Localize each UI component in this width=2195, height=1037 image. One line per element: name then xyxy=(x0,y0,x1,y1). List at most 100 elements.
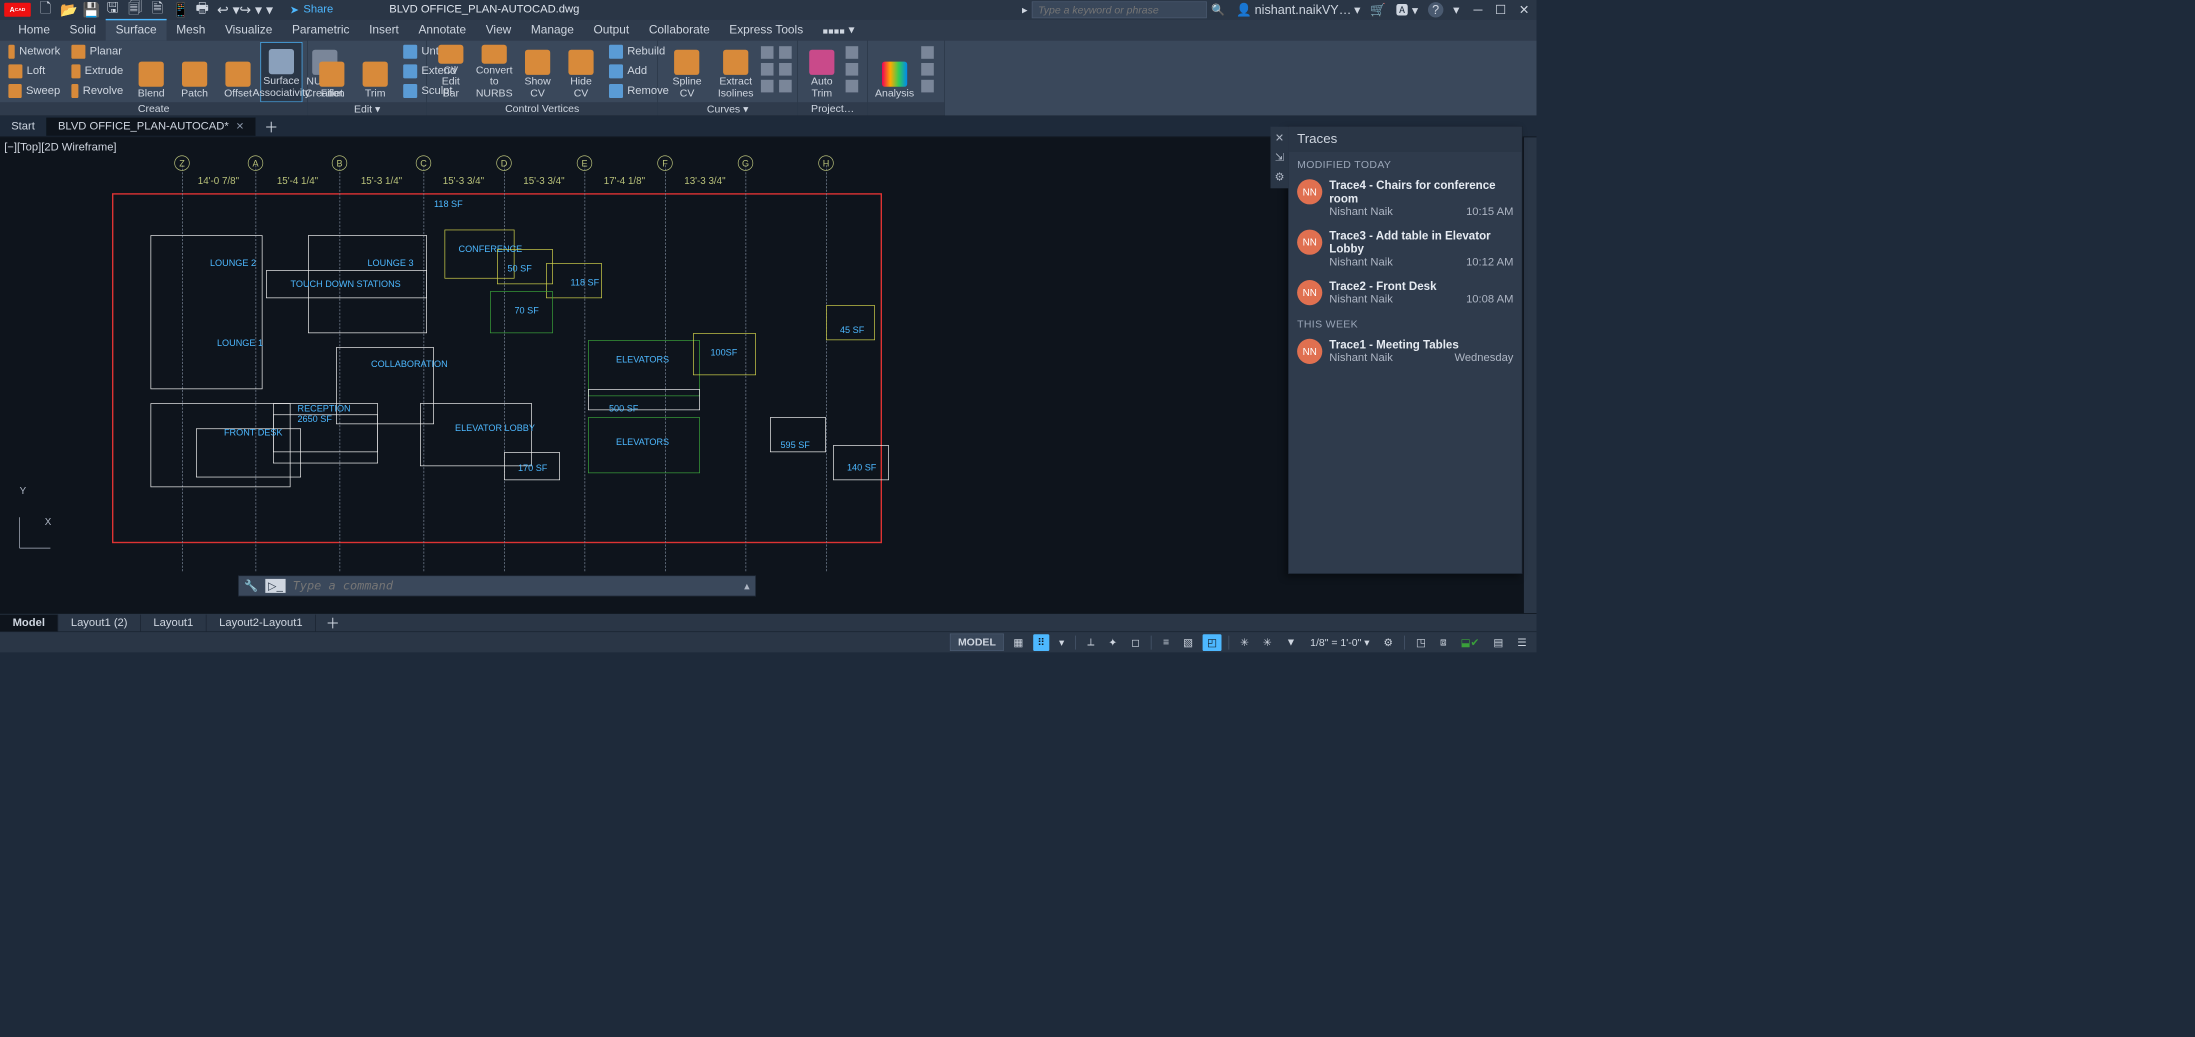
loft-button[interactable]: Loft xyxy=(3,62,66,82)
command-line[interactable]: 🔧 ▷_ ▴ xyxy=(238,575,756,596)
project-icon[interactable] xyxy=(846,63,859,76)
doctab[interactable]: Start xyxy=(0,117,47,135)
hide-cv-button[interactable]: Hide CV xyxy=(560,42,602,102)
grid-icon[interactable]: ▦ xyxy=(1009,634,1027,651)
close-icon[interactable]: ✕ xyxy=(1519,2,1530,17)
minimize-icon[interactable]: ─ xyxy=(1474,2,1483,17)
redo-icon[interactable]: ↪ ▾ xyxy=(239,1,254,19)
customize-icon[interactable]: ▤ xyxy=(1489,634,1507,651)
convert-nurbs-button[interactable]: Convert to NURBS xyxy=(473,42,515,102)
panel-title-edit[interactable]: Edit ▾ xyxy=(308,102,426,115)
planar-button[interactable]: Planar xyxy=(66,42,129,62)
menutab-parametric[interactable]: Parametric xyxy=(282,20,359,40)
menutab-output[interactable]: Output xyxy=(584,20,639,40)
new-icon[interactable]: 🗋 xyxy=(38,0,53,22)
user-button[interactable]: 👤 nishant.naikVY… ▾ xyxy=(1236,2,1360,17)
curve-icon[interactable] xyxy=(761,63,774,76)
menu-icon[interactable]: ☰ xyxy=(1513,634,1531,651)
print-icon[interactable]: 🖶 xyxy=(195,0,210,22)
menutab-mesh[interactable]: Mesh xyxy=(166,20,215,40)
autodesk-icon[interactable]: 🅰 ▾ xyxy=(1396,1,1418,19)
analysis-button[interactable]: Analysis xyxy=(871,42,919,102)
menutab-manage[interactable]: Manage xyxy=(521,20,584,40)
cloud-icon[interactable]: ⬓✔ xyxy=(1456,634,1483,651)
menutab-insert[interactable]: Insert xyxy=(359,20,408,40)
revolve-button[interactable]: Revolve xyxy=(66,81,129,101)
sweep-button[interactable]: Sweep xyxy=(3,81,66,101)
layout-tab[interactable]: Layout1 (2) xyxy=(58,614,141,631)
undo-icon[interactable]: ↩ ▾ xyxy=(217,1,232,19)
maximize-icon[interactable]: ☐ xyxy=(1495,2,1506,17)
search-input[interactable] xyxy=(1032,1,1207,18)
curve-icon[interactable] xyxy=(779,46,792,59)
pin-icon[interactable]: ⇲ xyxy=(1275,151,1284,165)
auto-trim-button[interactable]: Auto Trim xyxy=(801,42,843,102)
close-tab-icon[interactable]: ✕ xyxy=(236,120,244,132)
doctab[interactable]: BLVD OFFICE_PLAN-AUTOCAD*✕ xyxy=(47,117,256,135)
isoplane-icon[interactable]: ◳ xyxy=(1412,634,1430,651)
gizmo2-icon[interactable]: ✳ xyxy=(1259,634,1276,651)
spline-cv-button[interactable]: Spline CV xyxy=(661,42,713,102)
patch-button[interactable]: Patch xyxy=(174,42,216,102)
new-layout-button[interactable]: ＋ xyxy=(316,610,350,635)
menutab-visualize[interactable]: Visualize xyxy=(215,20,282,40)
layout-tab[interactable]: Layout2-Layout1 xyxy=(207,614,316,631)
menutab-solid[interactable]: Solid xyxy=(60,20,106,40)
search-icon[interactable]: 🔍 xyxy=(1211,3,1225,17)
fillet-button[interactable]: Fillet xyxy=(311,42,353,102)
search-toggle-icon[interactable]: ▸ xyxy=(1022,3,1028,17)
extrude-button[interactable]: Extrude xyxy=(66,62,129,82)
filter-icon[interactable]: ▼ xyxy=(1282,634,1301,650)
curve-icon[interactable] xyxy=(779,63,792,76)
help-dropdown-icon[interactable]: ▾ xyxy=(1453,2,1459,17)
blend-button[interactable]: Blend xyxy=(130,42,172,102)
menutab-home[interactable]: Home xyxy=(8,20,59,40)
open-icon[interactable]: 📂 xyxy=(60,1,75,19)
network-button[interactable]: Network xyxy=(3,42,66,62)
ortho-icon[interactable]: ⟂ xyxy=(1083,634,1098,650)
analysis-icon[interactable] xyxy=(921,46,934,59)
help-icon[interactable]: ? xyxy=(1428,2,1443,17)
menutab-view[interactable]: View xyxy=(476,20,521,40)
trim-button[interactable]: Trim xyxy=(354,42,396,102)
project-icon[interactable] xyxy=(846,80,859,93)
gizmo-icon[interactable]: ✳ xyxy=(1236,634,1253,651)
annomon-icon[interactable]: ⧈ xyxy=(1436,634,1451,650)
curve-icon[interactable] xyxy=(761,80,774,93)
menutab-collaborate[interactable]: Collaborate xyxy=(639,20,719,40)
trace-item[interactable]: NNTrace3 - Add table in Elevator LobbyNi… xyxy=(1289,224,1522,274)
gear-icon[interactable]: ⚙ xyxy=(1379,634,1397,651)
new-tab-button[interactable]: ＋ xyxy=(256,113,287,139)
show-cv-button[interactable]: Show CV xyxy=(517,42,559,102)
curve-icon[interactable] xyxy=(761,46,774,59)
scale-button[interactable]: 1/8" = 1'-0" ▾ xyxy=(1306,634,1374,651)
analysis-icon[interactable] xyxy=(921,80,934,93)
panel-title-curves[interactable]: Curves ▾ xyxy=(658,102,797,115)
trace-item[interactable]: NNTrace2 - Front DeskNishant Naik10:08 A… xyxy=(1289,274,1522,311)
gear-icon[interactable]: ⚙ xyxy=(1275,170,1285,184)
curve-icon[interactable] xyxy=(779,80,792,93)
layout-tab[interactable]: Model xyxy=(0,614,58,631)
layout-tab[interactable]: Layout1 xyxy=(141,614,207,631)
apps-button[interactable]: ▾ xyxy=(813,20,864,40)
project-icon[interactable] xyxy=(846,46,859,59)
wrench-icon[interactable]: 🔧 xyxy=(244,579,258,593)
cmd-expand-icon[interactable]: ▴ xyxy=(744,579,750,593)
surface-associativity-button[interactable]: Surface Associativity xyxy=(260,42,302,102)
close-icon[interactable]: ✕ xyxy=(1275,131,1284,145)
share-button[interactable]: ➤ Share xyxy=(290,3,333,17)
app-logo[interactable]: ACAD xyxy=(4,3,31,17)
menutab-express-tools[interactable]: Express Tools xyxy=(719,20,812,40)
polar-icon[interactable]: ✦ xyxy=(1104,634,1121,651)
menutab-annotate[interactable]: Annotate xyxy=(409,20,476,40)
model-space-button[interactable]: MODEL xyxy=(950,634,1003,652)
cv-edit-bar-button[interactable]: CV Edit Bar xyxy=(430,42,472,102)
traces-side-tab[interactable]: TRACES xyxy=(1523,375,1534,423)
command-input[interactable] xyxy=(293,579,737,593)
trace-item[interactable]: NNTrace1 - Meeting TablesNishant NaikWed… xyxy=(1289,333,1522,370)
lineweight-icon[interactable]: ≡ xyxy=(1159,634,1174,650)
transparency-icon[interactable]: ▧ xyxy=(1179,634,1197,651)
view-label[interactable]: [−][Top][2D Wireframe] xyxy=(4,141,116,154)
qat-dropdown-icon[interactable]: ▾ xyxy=(262,1,277,19)
osnap-icon[interactable]: ◻ xyxy=(1127,634,1144,651)
